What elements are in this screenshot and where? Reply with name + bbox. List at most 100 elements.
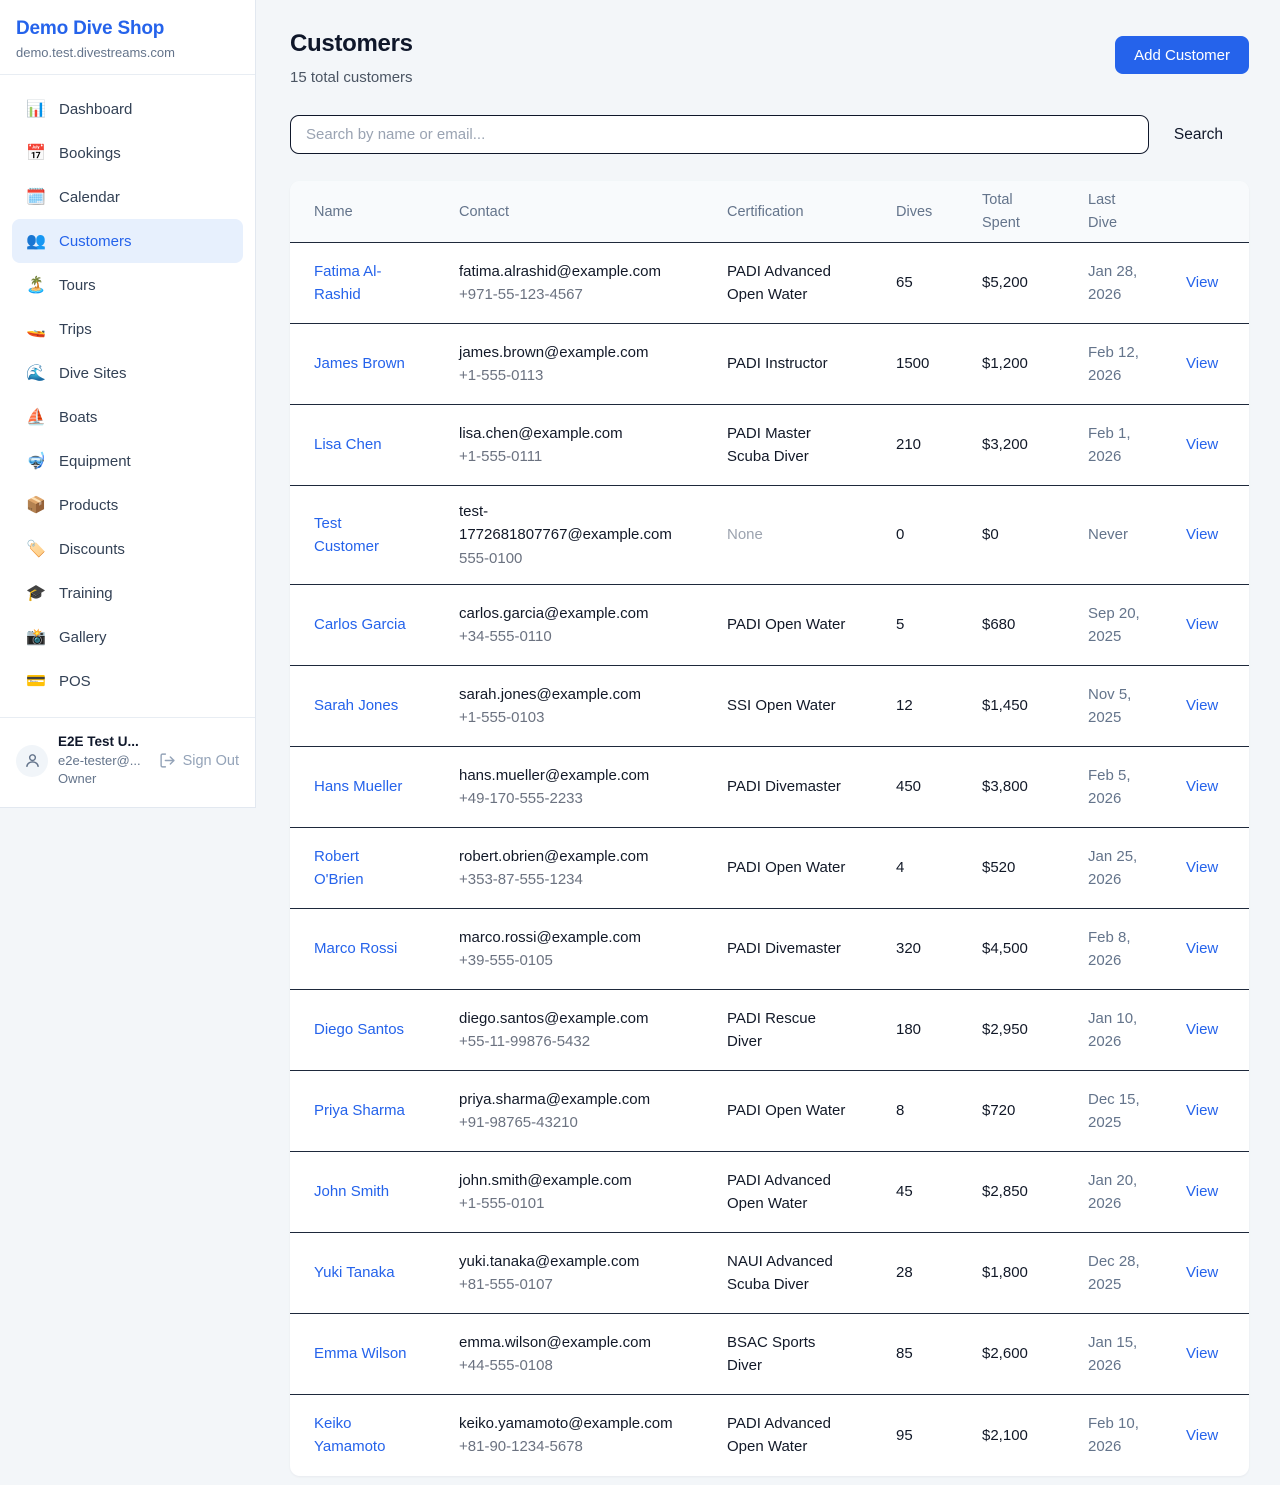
- customer-dives: 45: [896, 1166, 982, 1217]
- view-customer-link[interactable]: View: [1186, 526, 1218, 543]
- sidebar-item-training[interactable]: 🎓 Training: [12, 571, 243, 615]
- sidebar-item-equipment[interactable]: 🤿 Equipment: [12, 439, 243, 483]
- sidebar-item-products[interactable]: 📦 Products: [12, 483, 243, 527]
- view-customer-link[interactable]: View: [1186, 355, 1218, 372]
- customer-certification: PADI Advanced Open Water: [727, 1155, 867, 1230]
- view-customer-link[interactable]: View: [1186, 1183, 1218, 1200]
- customer-certification: PADI Divemaster: [727, 923, 867, 974]
- sidebar-item-discounts[interactable]: 🏷️ Discounts: [12, 527, 243, 571]
- user-icon: [24, 752, 41, 769]
- customer-name-link[interactable]: James Brown: [314, 352, 405, 375]
- add-customer-button[interactable]: Add Customer: [1115, 36, 1249, 74]
- customer-email: yuki.tanaka@example.com: [459, 1250, 699, 1273]
- page-header: Customers 15 total customers Add Custome…: [290, 30, 1249, 86]
- customer-name-link[interactable]: Hans Mueller: [314, 775, 402, 798]
- sidebar-item-trips[interactable]: 🚤 Trips: [12, 307, 243, 351]
- view-customer-link[interactable]: View: [1186, 1264, 1218, 1281]
- sidebar-item-dashboard[interactable]: 📊 Dashboard: [12, 87, 243, 131]
- table-row: Priya Sharma priya.sharma@example.com +9…: [290, 1071, 1249, 1152]
- customer-name-link[interactable]: Marco Rossi: [314, 937, 397, 960]
- customer-total-spent: $1,200: [982, 338, 1088, 389]
- customer-total-spent: $3,800: [982, 761, 1088, 812]
- sidebar-item-bookings[interactable]: 📅 Bookings: [12, 131, 243, 175]
- customer-dives: 210: [896, 419, 982, 470]
- table-header-row: Name Contact Certification Dives Total S…: [290, 181, 1249, 243]
- customer-name-link[interactable]: Sarah Jones: [314, 694, 398, 717]
- table-row: Keiko Yamamoto keiko.yamamoto@example.co…: [290, 1395, 1249, 1476]
- customer-phone: +353-87-555-1234: [459, 868, 711, 891]
- customer-phone: +34-555-0110: [459, 625, 711, 648]
- view-customer-link[interactable]: View: [1186, 1021, 1218, 1038]
- customer-table: Name Contact Certification Dives Total S…: [290, 181, 1249, 1476]
- customer-phone: +1-555-0111: [459, 445, 711, 468]
- customer-last-dive: Feb 1, 2026: [1088, 408, 1162, 483]
- customer-total-spent: $1,800: [982, 1247, 1088, 1298]
- customer-email: hans.mueller@example.com: [459, 764, 699, 787]
- sign-out-label: Sign Out: [183, 753, 239, 769]
- sidebar-item-label: Training: [59, 585, 113, 602]
- view-customer-link[interactable]: View: [1186, 274, 1218, 291]
- sidebar-item-calendar[interactable]: 🗓️ Calendar: [12, 175, 243, 219]
- customer-dives: 65: [896, 257, 982, 308]
- sidebar-item-dive-sites[interactable]: 🌊 Dive Sites: [12, 351, 243, 395]
- customer-name-link[interactable]: Yuki Tanaka: [314, 1261, 395, 1284]
- view-customer-link[interactable]: View: [1186, 778, 1218, 795]
- customer-phone: +91-98765-43210: [459, 1111, 711, 1134]
- customer-dives: 12: [896, 680, 982, 731]
- sidebar-item-gallery[interactable]: 📸 Gallery: [12, 615, 243, 659]
- customer-email: lisa.chen@example.com: [459, 422, 699, 445]
- customer-total-spent: $2,100: [982, 1410, 1088, 1461]
- sidebar-item-customers[interactable]: 👥 Customers: [12, 219, 243, 263]
- user-email: e2e-tester@...: [58, 752, 149, 771]
- customer-name-link[interactable]: Emma Wilson: [314, 1342, 407, 1365]
- nav-icon: 👥: [26, 231, 46, 251]
- customer-dives: 5: [896, 599, 982, 650]
- customer-name-link[interactable]: Test Customer: [314, 512, 410, 559]
- customer-name-link[interactable]: Fatima Al-Rashid: [314, 260, 410, 307]
- customer-email: marco.rossi@example.com: [459, 926, 699, 949]
- nav-icon: 🏝️: [26, 275, 46, 295]
- view-customer-link[interactable]: View: [1186, 436, 1218, 453]
- sidebar-item-boats[interactable]: ⛵ Boats: [12, 395, 243, 439]
- sidebar-item-label: Products: [59, 497, 118, 514]
- column-header-certification: Certification: [727, 204, 896, 220]
- view-customer-link[interactable]: View: [1186, 1345, 1218, 1362]
- customer-name-link[interactable]: Diego Santos: [314, 1018, 404, 1041]
- user-name: E2E Test U...: [58, 732, 149, 752]
- customer-total-spent: $2,600: [982, 1328, 1088, 1379]
- search-button[interactable]: Search: [1149, 126, 1249, 144]
- customer-name-link[interactable]: Carlos Garcia: [314, 613, 406, 636]
- view-customer-link[interactable]: View: [1186, 1102, 1218, 1119]
- view-customer-link[interactable]: View: [1186, 940, 1218, 957]
- sign-out-button[interactable]: Sign Out: [159, 752, 239, 769]
- sidebar-item-tours[interactable]: 🏝️ Tours: [12, 263, 243, 307]
- view-customer-link[interactable]: View: [1186, 697, 1218, 714]
- customer-name-link[interactable]: Robert O'Brien: [314, 845, 410, 892]
- customer-certification: PADI Instructor: [727, 338, 867, 389]
- view-customer-link[interactable]: View: [1186, 859, 1218, 876]
- customer-count: 15 total customers: [290, 69, 413, 86]
- search-input[interactable]: [290, 115, 1149, 154]
- customer-dives: 1500: [896, 338, 982, 389]
- nav-icon: 🤿: [26, 451, 46, 471]
- customer-email: john.smith@example.com: [459, 1169, 699, 1192]
- customer-phone: +971-55-123-4567: [459, 283, 711, 306]
- view-customer-link[interactable]: View: [1186, 616, 1218, 633]
- customer-name-link[interactable]: John Smith: [314, 1180, 389, 1203]
- view-customer-link[interactable]: View: [1186, 1427, 1218, 1444]
- sidebar-item-pos[interactable]: 💳 POS: [12, 659, 243, 703]
- customer-name-link[interactable]: Keiko Yamamoto: [314, 1412, 410, 1459]
- customer-total-spent: $4,500: [982, 923, 1088, 974]
- customer-phone: +55-11-99876-5432: [459, 1030, 711, 1053]
- customer-total-spent: $0: [982, 509, 1088, 560]
- customer-email: fatima.alrashid@example.com: [459, 260, 699, 283]
- customer-email: sarah.jones@example.com: [459, 683, 699, 706]
- customer-name-link[interactable]: Priya Sharma: [314, 1099, 405, 1122]
- customer-last-dive: Never: [1088, 509, 1162, 560]
- customer-dives: 85: [896, 1328, 982, 1379]
- customer-email: carlos.garcia@example.com: [459, 602, 699, 625]
- table-row: Carlos Garcia carlos.garcia@example.com …: [290, 585, 1249, 666]
- table-row: Lisa Chen lisa.chen@example.com +1-555-0…: [290, 405, 1249, 486]
- customer-name-link[interactable]: Lisa Chen: [314, 433, 382, 456]
- customer-last-dive: Dec 15, 2025: [1088, 1074, 1162, 1149]
